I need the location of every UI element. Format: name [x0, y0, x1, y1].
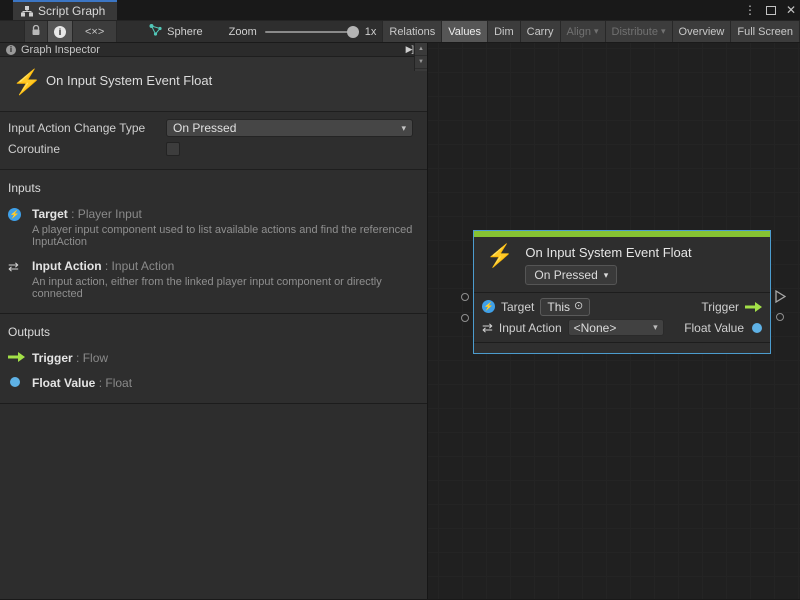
- node-row-input-action: ⇄ Input Action <None> ▾ Float Value: [482, 317, 762, 338]
- lock-icon: [31, 25, 41, 39]
- float-dot-icon: [752, 323, 762, 333]
- output-port-trigger: Trigger : Flow: [8, 351, 417, 365]
- tab-script-graph[interactable]: Script Graph: [13, 0, 117, 20]
- node-output-port-trigger[interactable]: [775, 290, 786, 306]
- input-action-dropdown[interactable]: <None> ▾: [568, 319, 664, 336]
- zoom-slider-knob[interactable]: [347, 26, 359, 38]
- coroutine-checkbox[interactable]: [166, 142, 180, 156]
- node-input-port-input-action[interactable]: [461, 314, 469, 322]
- chevron-down-icon: ▾: [604, 271, 609, 280]
- chevron-down-icon: ▾: [653, 323, 658, 332]
- flow-arrow-icon: [745, 302, 762, 312]
- window-menu-icon[interactable]: ⋮: [744, 0, 756, 20]
- graph-inspector-panel: i Graph Inspector ▶] ▲ ▼ ⚡ On Input Syst…: [0, 43, 428, 599]
- chevron-down-icon: ▾: [661, 27, 666, 36]
- target-object-button[interactable]: This ⊙: [540, 298, 590, 316]
- node-on-input-system-event-float[interactable]: ⚡ On Input System Event Float On Pressed…: [473, 230, 771, 354]
- full-screen-button[interactable]: Full Screen: [731, 21, 800, 42]
- input-port-target: ⚡ Target : Player Input A player input c…: [8, 207, 417, 248]
- graph-reference[interactable]: Sphere: [143, 21, 208, 42]
- graph-ref-icon: [149, 24, 162, 39]
- scroll-up-button[interactable]: ▲: [415, 43, 427, 56]
- node-footer: [474, 342, 770, 353]
- graph-toolbar: i <×> Sphere Zoom 1x Relations Values Di…: [0, 20, 800, 43]
- input-port-input-action: ⇄ Input Action : Input Action An input a…: [8, 259, 417, 300]
- title-bar: Script Graph ⋮ ✕: [0, 0, 800, 20]
- node-input-port-target[interactable]: [461, 293, 469, 301]
- node-output-port-float-value[interactable]: [776, 313, 784, 321]
- player-input-icon: ⚡: [482, 300, 495, 313]
- inspector-header: i Graph Inspector ▶]: [0, 43, 427, 57]
- object-picker-icon: ⊙: [574, 301, 583, 312]
- input-action-icon: ⇄: [482, 321, 493, 334]
- maximize-icon[interactable]: [766, 6, 776, 15]
- zoom-slider[interactable]: [265, 31, 357, 33]
- change-type-dropdown[interactable]: On Pressed ▾: [166, 119, 413, 137]
- tab-label: Script Graph: [38, 4, 105, 18]
- node-title: On Input System Event Float: [525, 245, 691, 260]
- output-port-float-value: Float Value : Float: [8, 376, 417, 390]
- code-view-icon: <×>: [85, 26, 104, 38]
- distribute-button[interactable]: Distribute▾: [606, 21, 673, 42]
- coroutine-label: Coroutine: [8, 142, 166, 156]
- dim-button[interactable]: Dim: [488, 21, 521, 42]
- inspector-header-title: Graph Inspector: [21, 44, 100, 56]
- values-button[interactable]: Values: [442, 21, 488, 42]
- outputs-title: Outputs: [8, 325, 417, 339]
- inputs-section: Inputs ⚡ Target : Player Input A player …: [0, 170, 427, 314]
- outputs-section: Outputs Trigger : Flow Float Value : Flo…: [0, 314, 427, 404]
- code-view-button[interactable]: <×>: [73, 21, 117, 42]
- event-bolt-icon: ⚡: [12, 69, 46, 97]
- unit-title-block: ⚡ On Input System Event Float: [0, 57, 427, 112]
- inputs-title: Inputs: [8, 181, 417, 195]
- input-action-icon: ⇄: [8, 260, 19, 300]
- inspector-toggle-button[interactable]: i: [48, 21, 73, 42]
- port-description: A player input component used to list av…: [32, 224, 414, 248]
- event-bolt-icon: ⚡: [486, 243, 513, 285]
- overview-button[interactable]: Overview: [673, 21, 732, 42]
- inspector-scrollbar: ▲ ▼: [414, 43, 427, 71]
- player-input-icon: ⚡: [8, 208, 21, 221]
- chevron-down-icon: ▾: [594, 27, 599, 36]
- zoom-label: Zoom: [229, 26, 257, 38]
- info-icon: i: [54, 26, 66, 38]
- unit-title: On Input System Event Float: [46, 73, 212, 88]
- info-icon: i: [6, 45, 16, 55]
- script-graph-window: Script Graph ⋮ ✕ i <×>: [0, 0, 800, 600]
- relations-button[interactable]: Relations: [382, 21, 442, 42]
- flow-arrow-icon: [8, 351, 32, 365]
- close-icon[interactable]: ✕: [786, 0, 796, 20]
- change-type-label: Input Action Change Type: [8, 121, 166, 135]
- node-row-target: ⚡ Target This ⊙ Trigger: [482, 296, 762, 317]
- dock-panel-icon[interactable]: ▶]: [406, 44, 413, 55]
- chevron-down-icon: ▾: [401, 124, 406, 133]
- port-description: An input action, either from the linked …: [32, 276, 414, 300]
- scroll-down-button[interactable]: ▼: [415, 56, 427, 69]
- lock-button[interactable]: [24, 21, 48, 42]
- float-dot-icon: [10, 377, 20, 387]
- zoom-value: 1x: [365, 26, 377, 38]
- graph-hierarchy-icon: [21, 6, 33, 17]
- node-mode-dropdown[interactable]: On Pressed ▾: [525, 265, 617, 285]
- carry-button[interactable]: Carry: [521, 21, 561, 42]
- align-button[interactable]: Align▾: [561, 21, 606, 42]
- unit-fields: Input Action Change Type On Pressed ▾ Co…: [0, 112, 427, 170]
- graph-canvas[interactable]: ⚡ On Input System Event Float On Pressed…: [428, 43, 800, 599]
- graph-ref-label: Sphere: [167, 26, 202, 38]
